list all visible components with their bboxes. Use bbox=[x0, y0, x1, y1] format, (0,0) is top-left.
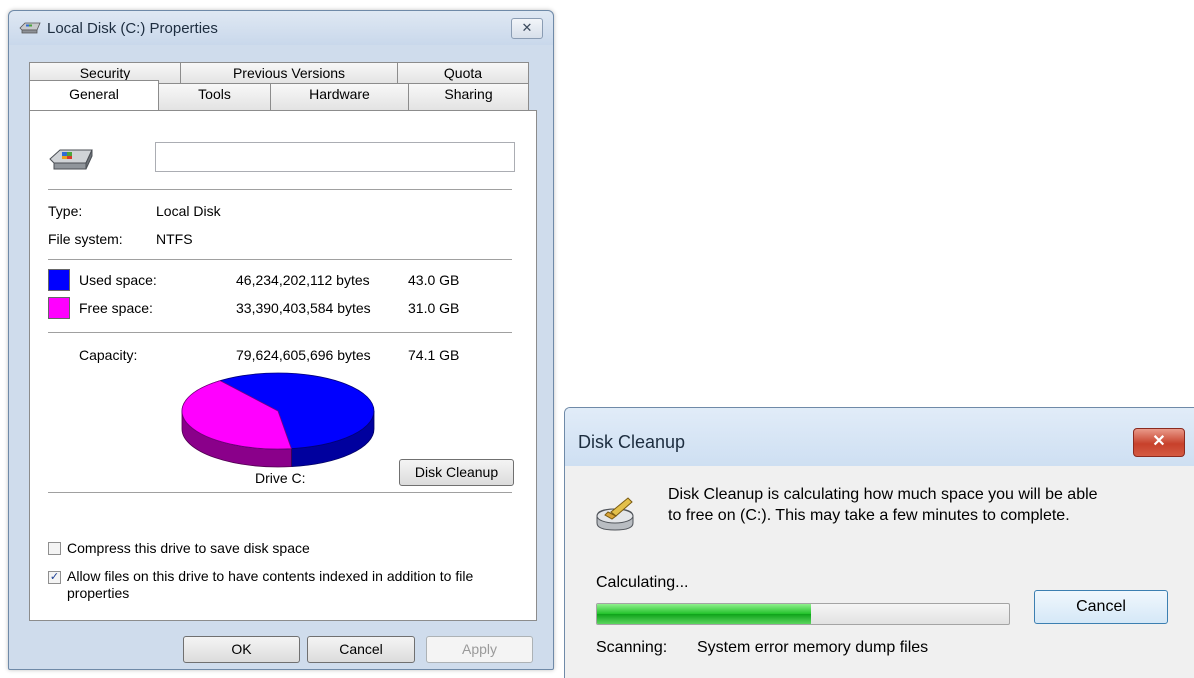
capacity-label: Capacity: bbox=[79, 347, 138, 363]
tab-general[interactable]: General bbox=[29, 80, 159, 110]
cleanup-drive-icon bbox=[595, 492, 637, 537]
tab-sharing[interactable]: Sharing bbox=[408, 83, 529, 110]
disk-cleanup-window: Disk Cleanup ✕ Disk Cleanup is calculati… bbox=[564, 407, 1194, 678]
close-button[interactable]: ✕ bbox=[511, 18, 543, 39]
progress-fill bbox=[597, 604, 812, 624]
used-space-label: Used space: bbox=[79, 272, 157, 288]
compress-label: Compress this drive to save disk space bbox=[67, 540, 310, 556]
properties-window: Local Disk (C:) Properties ✕ Security Pr… bbox=[8, 10, 554, 670]
free-space-bytes: 33,390,403,584 bytes bbox=[236, 300, 371, 316]
divider bbox=[48, 259, 512, 260]
tab-label: Hardware bbox=[309, 86, 370, 102]
tab-hardware[interactable]: Hardware bbox=[270, 83, 409, 110]
calculating-label: Calculating... bbox=[596, 574, 689, 591]
message-line: to free on (C:). This may take a few min… bbox=[668, 507, 1070, 524]
close-icon: ✕ bbox=[1152, 433, 1166, 450]
used-space-gb: 43.0 GB bbox=[408, 272, 460, 288]
disk-cleanup-body: Disk Cleanup is calculating how much spa… bbox=[565, 466, 1194, 678]
type-label: Type: bbox=[48, 203, 83, 219]
tab-label: Security bbox=[79, 65, 131, 81]
drive-icon bbox=[48, 147, 94, 176]
disk-cleanup-title-bar[interactable]: Disk Cleanup ✕ bbox=[565, 408, 1194, 466]
ok-button[interactable]: OK bbox=[183, 636, 300, 663]
used-space-bytes: 46,234,202,112 bytes bbox=[236, 272, 370, 288]
type-value: Local Disk bbox=[156, 203, 221, 219]
drive-icon bbox=[19, 21, 41, 38]
index-checkbox[interactable]: ✓ bbox=[48, 571, 61, 584]
index-label-line2: properties bbox=[67, 585, 130, 601]
tab-previous-versions[interactable]: Previous Versions bbox=[180, 62, 398, 84]
tab-label: Tools bbox=[198, 86, 231, 102]
scanning-value: System error memory dump files bbox=[697, 639, 929, 656]
checkmark-icon: ✓ bbox=[49, 571, 60, 583]
drive-caption: Drive C: bbox=[255, 470, 306, 486]
properties-title-bar[interactable]: Local Disk (C:) Properties ✕ bbox=[9, 11, 553, 45]
tab-tools[interactable]: Tools bbox=[158, 83, 271, 110]
properties-title: Local Disk (C:) Properties bbox=[47, 20, 218, 37]
apply-button[interactable]: Apply bbox=[426, 636, 533, 663]
capacity-bytes: 79,624,605,696 bytes bbox=[236, 347, 371, 363]
free-space-swatch bbox=[48, 297, 70, 319]
tab-label: Previous Versions bbox=[232, 65, 346, 81]
progress-bar bbox=[596, 603, 1010, 625]
compress-checkbox[interactable] bbox=[48, 542, 61, 555]
tab-label: Quota bbox=[443, 65, 483, 81]
file-system-value: NTFS bbox=[156, 231, 193, 247]
message-line: Disk Cleanup is calculating how much spa… bbox=[668, 486, 1098, 503]
close-button[interactable]: ✕ bbox=[1133, 428, 1185, 457]
capacity-gb: 74.1 GB bbox=[408, 347, 460, 363]
tab-label: General bbox=[69, 86, 119, 102]
used-space-swatch bbox=[48, 269, 70, 291]
tab-label: Sharing bbox=[444, 86, 493, 102]
index-label-line1: Allow files on this drive to have conten… bbox=[67, 568, 474, 584]
cancel-button[interactable]: Cancel bbox=[307, 636, 415, 663]
free-space-gb: 31.0 GB bbox=[408, 300, 460, 316]
general-tab-panel: Type: Local Disk File system: NTFS Used … bbox=[29, 110, 537, 621]
file-system-label: File system: bbox=[48, 231, 123, 247]
divider bbox=[48, 332, 512, 333]
scanning-label: Scanning: bbox=[596, 639, 668, 656]
close-icon: ✕ bbox=[521, 20, 533, 35]
disk-cleanup-button[interactable]: Disk Cleanup bbox=[399, 459, 514, 486]
divider bbox=[48, 492, 512, 493]
disk-cleanup-title: Disk Cleanup bbox=[578, 432, 686, 452]
disk-cleanup-message: Disk Cleanup is calculating how much spa… bbox=[668, 484, 1178, 526]
free-space-label: Free space: bbox=[79, 300, 153, 316]
drive-usage-pie bbox=[181, 372, 375, 468]
cancel-scan-button[interactable]: Cancel bbox=[1034, 590, 1168, 624]
tab-quota[interactable]: Quota bbox=[397, 62, 529, 84]
divider bbox=[48, 189, 512, 190]
drive-label-input[interactable] bbox=[155, 142, 515, 172]
